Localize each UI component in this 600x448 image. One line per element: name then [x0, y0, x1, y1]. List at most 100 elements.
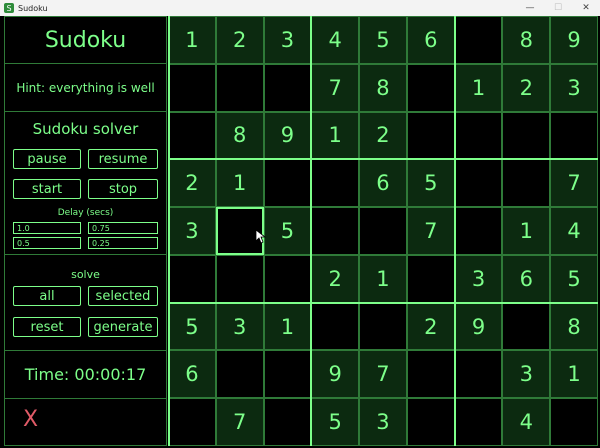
start-button[interactable]: start [13, 179, 81, 199]
sudoku-cell-r4-c9[interactable]: 7 [550, 159, 598, 208]
sudoku-cell-r1-c7[interactable] [454, 16, 503, 64]
solver-title: Sudoku solver [32, 120, 139, 138]
sudoku-cell-r9-c5[interactable]: 3 [359, 398, 407, 446]
sudoku-cell-r6-c9[interactable]: 5 [550, 254, 598, 303]
sudoku-cell-r6-c7[interactable]: 3 [454, 254, 503, 303]
sudoku-cell-r5-c2[interactable] [215, 207, 264, 255]
sudoku-cell-r3-c4[interactable]: 1 [311, 111, 360, 160]
delay-option-1[interactable]: 1.0 [13, 222, 81, 234]
sudoku-cell-r2-c4[interactable]: 7 [311, 63, 360, 112]
sudoku-cell-r9-c2[interactable]: 7 [215, 398, 264, 446]
sudoku-cell-r5-c1[interactable]: 3 [168, 207, 216, 255]
sudoku-cell-r2-c9[interactable]: 3 [550, 63, 598, 112]
sudoku-cell-r3-c8[interactable] [502, 111, 551, 160]
sudoku-cell-r4-c8[interactable] [502, 159, 551, 208]
sudoku-cell-r7-c4[interactable] [311, 302, 360, 351]
sudoku-cell-r2-c2[interactable] [215, 63, 264, 112]
sudoku-cell-r8-c2[interactable] [215, 350, 264, 399]
sudoku-cell-r8-c1[interactable]: 6 [168, 350, 216, 399]
sudoku-cell-r1-c5[interactable]: 5 [359, 16, 407, 64]
sudoku-cell-r5-c4[interactable] [311, 207, 360, 255]
sudoku-cell-r3-c3[interactable]: 9 [263, 111, 312, 160]
sudoku-cell-r4-c3[interactable] [263, 159, 312, 208]
sudoku-cell-r1-c8[interactable]: 8 [502, 16, 551, 64]
sudoku-cell-r8-c3[interactable] [263, 350, 312, 399]
sudoku-cell-r9-c6[interactable] [406, 398, 455, 446]
sudoku-cell-r3-c2[interactable]: 8 [215, 111, 264, 160]
sudoku-cell-r1-c6[interactable]: 6 [406, 16, 455, 64]
sudoku-cell-r4-c1[interactable]: 2 [168, 159, 216, 208]
stop-button[interactable]: stop [88, 179, 158, 199]
minimize-button[interactable]: — [516, 0, 544, 16]
sudoku-cell-r4-c5[interactable]: 6 [359, 159, 407, 208]
sudoku-cell-r8-c9[interactable]: 1 [550, 350, 598, 399]
reset-button[interactable]: reset [13, 317, 81, 337]
sudoku-cell-r6-c2[interactable] [215, 254, 264, 303]
sudoku-cell-r4-c4[interactable] [311, 159, 360, 208]
sudoku-cell-r1-c1[interactable]: 1 [168, 16, 216, 64]
sudoku-cell-r9-c7[interactable] [454, 398, 503, 446]
delay-option-05[interactable]: 0.5 [13, 237, 81, 249]
sudoku-cell-r2-c8[interactable]: 2 [502, 63, 551, 112]
sudoku-cell-r1-c9[interactable]: 9 [550, 16, 598, 64]
sudoku-cell-r2-c5[interactable]: 8 [359, 63, 407, 112]
pause-button[interactable]: pause [13, 149, 81, 169]
svg-text:S: S [6, 4, 11, 13]
sudoku-cell-r9-c3[interactable] [263, 398, 312, 446]
sudoku-cell-r5-c7[interactable] [454, 207, 503, 255]
sudoku-cell-r4-c2[interactable]: 1 [215, 159, 264, 208]
sudoku-app-icon: S [4, 3, 14, 13]
sudoku-cell-r1-c2[interactable]: 2 [215, 16, 264, 64]
sudoku-cell-r7-c9[interactable]: 8 [550, 302, 598, 351]
sudoku-cell-r9-c1[interactable] [168, 398, 216, 446]
sudoku-cell-r5-c6[interactable]: 7 [406, 207, 455, 255]
sudoku-cell-r3-c9[interactable] [550, 111, 598, 160]
solve-all-button[interactable]: all [13, 286, 81, 306]
sudoku-cell-r5-c9[interactable]: 4 [550, 207, 598, 255]
sudoku-cell-r5-c5[interactable] [359, 207, 407, 255]
maximize-button[interactable]: ☐ [544, 0, 572, 16]
sudoku-cell-r2-c1[interactable] [168, 63, 216, 112]
sudoku-cell-r2-c7[interactable]: 1 [454, 63, 503, 112]
sudoku-cell-r7-c2[interactable]: 3 [215, 302, 264, 351]
sudoku-cell-r7-c3[interactable]: 1 [263, 302, 312, 351]
sudoku-cell-r6-c5[interactable]: 1 [359, 254, 407, 303]
resume-button[interactable]: resume [88, 149, 158, 169]
sudoku-cell-r1-c3[interactable]: 3 [263, 16, 312, 64]
sudoku-cell-r6-c4[interactable]: 2 [311, 254, 360, 303]
solve-selected-button[interactable]: selected [88, 286, 158, 306]
sudoku-cell-r6-c6[interactable] [406, 254, 455, 303]
exit-x-icon[interactable]: X [23, 407, 38, 432]
sudoku-cell-r7-c8[interactable] [502, 302, 551, 351]
sudoku-cell-r8-c8[interactable]: 3 [502, 350, 551, 399]
sudoku-cell-r7-c6[interactable]: 2 [406, 302, 455, 351]
close-window-button[interactable]: ✕ [572, 0, 600, 16]
sudoku-cell-r3-c6[interactable] [406, 111, 455, 160]
delay-option-075[interactable]: 0.75 [88, 222, 158, 234]
sudoku-cell-r5-c8[interactable]: 1 [502, 207, 551, 255]
sudoku-cell-r9-c4[interactable]: 5 [311, 398, 360, 446]
sudoku-cell-r1-c4[interactable]: 4 [311, 16, 360, 64]
sudoku-cell-r9-c8[interactable]: 4 [502, 398, 551, 446]
delay-option-025[interactable]: 0.25 [88, 237, 158, 249]
sudoku-cell-r2-c3[interactable] [263, 63, 312, 112]
generate-button[interactable]: generate [88, 317, 158, 337]
sudoku-cell-r2-c6[interactable] [406, 63, 455, 112]
sudoku-cell-r3-c7[interactable] [454, 111, 503, 160]
sudoku-cell-r8-c7[interactable] [454, 350, 503, 399]
sudoku-cell-r5-c3[interactable]: 5 [263, 207, 312, 255]
sudoku-cell-r8-c6[interactable] [406, 350, 455, 399]
sudoku-cell-r7-c7[interactable]: 9 [454, 302, 503, 351]
sudoku-cell-r7-c1[interactable]: 5 [168, 302, 216, 351]
sudoku-cell-r3-c5[interactable]: 2 [359, 111, 407, 160]
sudoku-cell-r7-c5[interactable] [359, 302, 407, 351]
sudoku-cell-r6-c1[interactable] [168, 254, 216, 303]
sudoku-cell-r4-c6[interactable]: 5 [406, 159, 455, 208]
sudoku-cell-r4-c7[interactable] [454, 159, 503, 208]
sudoku-cell-r6-c8[interactable]: 6 [502, 254, 551, 303]
sudoku-cell-r3-c1[interactable] [168, 111, 216, 160]
sudoku-cell-r8-c4[interactable]: 9 [311, 350, 360, 399]
sudoku-cell-r9-c9[interactable] [550, 398, 598, 446]
sudoku-cell-r6-c3[interactable] [263, 254, 312, 303]
sudoku-cell-r8-c5[interactable]: 7 [359, 350, 407, 399]
